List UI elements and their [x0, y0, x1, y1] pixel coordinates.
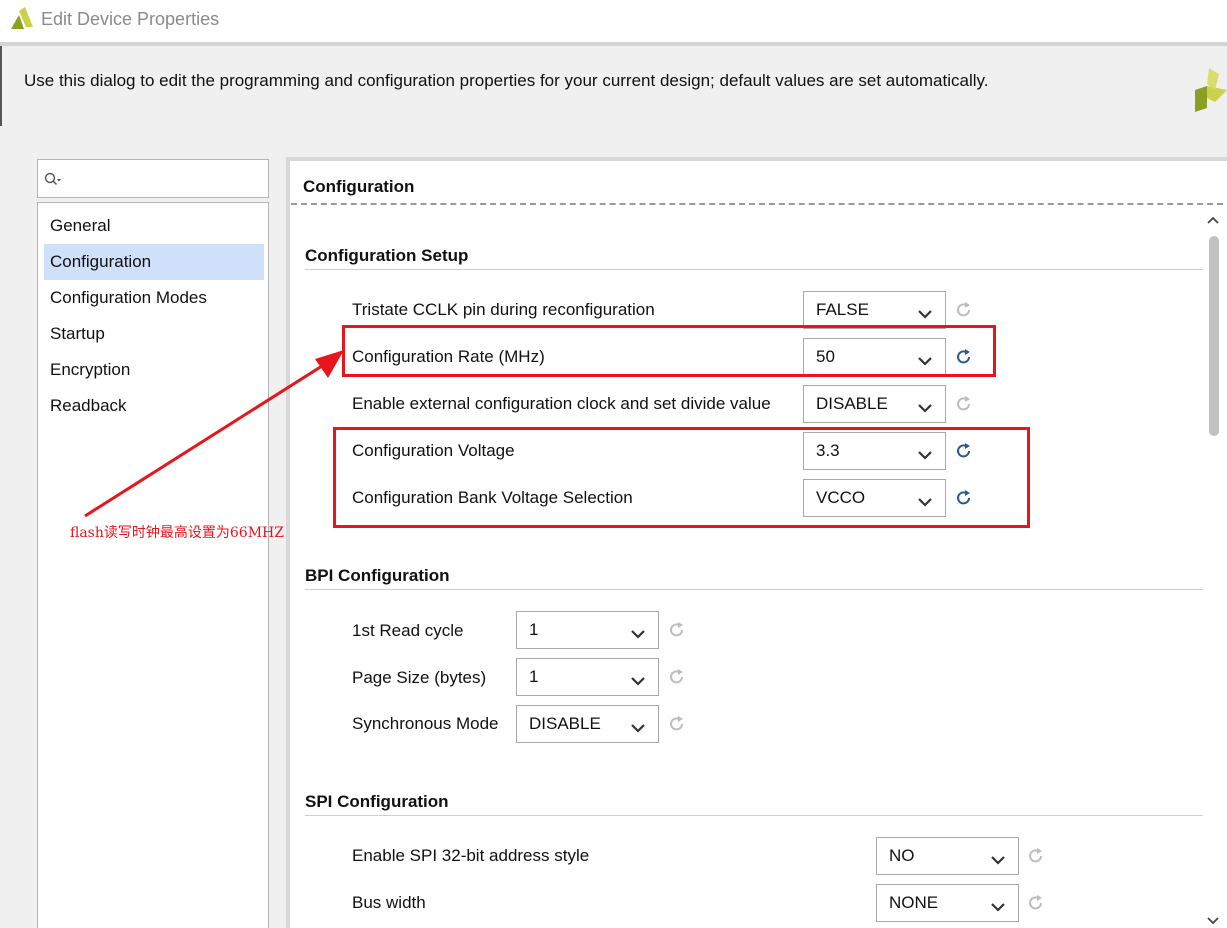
annotation-arrow — [84, 350, 344, 518]
annotation-text: flash读写时钟最高设置为66MHZ — [70, 525, 284, 541]
